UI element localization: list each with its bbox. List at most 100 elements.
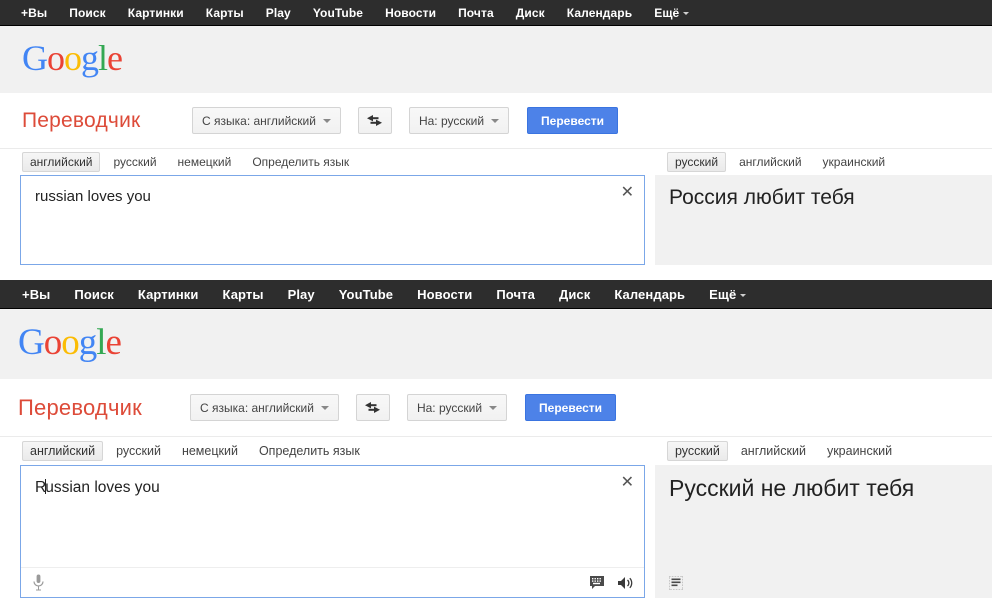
chevron-down-icon	[491, 119, 499, 123]
source-tab-german[interactable]: немецкий	[170, 152, 240, 172]
nav-item-drive[interactable]: Диск	[547, 280, 602, 309]
nav-item-images[interactable]: Картинки	[126, 280, 211, 309]
nav-item-calendar[interactable]: Календарь	[556, 0, 643, 26]
logo-band-bottom: Google	[0, 309, 992, 379]
target-language-select[interactable]: На: русский	[409, 107, 509, 134]
translation-output-box-top: Россия любит тебя	[655, 175, 992, 265]
source-text-input[interactable]: russian loves you	[21, 176, 644, 207]
page-title: Переводчик	[18, 395, 190, 421]
swap-horizontal-icon	[364, 401, 381, 414]
swap-languages-button[interactable]	[356, 394, 390, 421]
logo-letter: l	[98, 40, 107, 76]
logo-letter: e	[107, 40, 122, 76]
speaker-icon[interactable]	[618, 576, 634, 590]
target-box-footer	[655, 568, 992, 598]
swap-horizontal-icon	[366, 114, 383, 127]
target-tab-ukrainian[interactable]: украинский	[819, 441, 900, 461]
clear-text-button[interactable]: ✕	[621, 474, 634, 490]
chevron-down-icon	[323, 119, 331, 123]
nav-item-mail[interactable]: Почта	[484, 280, 547, 309]
logo-letter: o	[61, 324, 79, 361]
microphone-icon[interactable]	[33, 574, 44, 591]
logo-letter: G	[22, 40, 47, 76]
target-pane-top: русский английский украинский Россия люб…	[655, 149, 992, 265]
target-language-select[interactable]: На: русский	[407, 394, 507, 421]
nav-item-search[interactable]: Поиск	[58, 0, 117, 26]
nav-item-news[interactable]: Новости	[405, 280, 484, 309]
source-tab-detect-language[interactable]: Определить язык	[244, 152, 357, 172]
nav-item-news[interactable]: Новости	[374, 0, 447, 26]
translation-output-text: Россия любит тебя	[669, 185, 980, 211]
source-text-part: ussian loves you	[45, 479, 160, 496]
nav-item-youtube[interactable]: YouTube	[327, 280, 405, 309]
translate-toolbar-bottom: Переводчик С языка: английский На: русск…	[0, 379, 992, 437]
source-tab-english[interactable]: английский	[22, 441, 103, 461]
source-language-tabs: английский русский немецкий Определить я…	[0, 149, 655, 175]
source-text-box-top[interactable]: russian loves you ✕	[20, 175, 645, 265]
translate-panes-top: английский русский немецкий Определить я…	[0, 149, 992, 265]
google-logo[interactable]: Google	[18, 324, 121, 361]
translation-output-text: Русский не любит тебя	[669, 474, 980, 503]
swap-languages-button[interactable]	[358, 107, 392, 134]
nav-item-calendar[interactable]: Календарь	[602, 280, 697, 309]
target-tab-english[interactable]: английский	[731, 152, 809, 172]
translate-screenshot-bottom: +Вы Поиск Картинки Карты Play YouTube Но…	[0, 280, 992, 604]
source-text-input[interactable]: Russian loves you	[21, 466, 644, 497]
logo-letter: o	[44, 324, 62, 361]
source-pane-top: английский русский немецкий Определить я…	[0, 149, 655, 265]
logo-letter: l	[96, 324, 105, 361]
source-language-tabs: английский русский немецкий Определить я…	[0, 437, 655, 465]
translate-toolbar-top: Переводчик С языка: английский На: русск…	[0, 93, 992, 149]
chevron-down-icon	[683, 12, 689, 15]
nav-item-plus-you[interactable]: +Вы	[10, 0, 58, 26]
translate-panes-bottom: английский русский немецкий Определить я…	[0, 437, 992, 598]
clear-text-button[interactable]: ✕	[621, 184, 634, 200]
source-language-select[interactable]: С языка: английский	[192, 107, 341, 134]
google-nav-bar-bottom: +Вы Поиск Картинки Карты Play YouTube Но…	[0, 280, 992, 309]
nav-item-play[interactable]: Play	[276, 280, 327, 309]
nav-item-mail[interactable]: Почта	[447, 0, 505, 26]
source-pane-bottom: английский русский немецкий Определить я…	[0, 437, 655, 598]
google-nav-bar-top: +Вы Поиск Картинки Карты Play YouTube Но…	[0, 0, 992, 26]
translate-button[interactable]: Перевести	[525, 394, 616, 421]
source-tab-russian[interactable]: русский	[108, 441, 169, 461]
nav-item-images[interactable]: Картинки	[117, 0, 195, 26]
nav-item-more[interactable]: Ещё	[643, 0, 700, 26]
nav-item-drive[interactable]: Диск	[505, 0, 556, 26]
source-tab-russian[interactable]: русский	[105, 152, 164, 172]
target-pane-bottom: русский английский украинский Русский не…	[655, 437, 992, 598]
google-logo[interactable]: Google	[22, 40, 122, 76]
nav-item-maps[interactable]: Карты	[211, 280, 276, 309]
logo-letter: e	[106, 324, 121, 361]
source-language-select[interactable]: С языка: английский	[190, 394, 339, 421]
translate-button[interactable]: Перевести	[527, 107, 618, 134]
nav-item-plus-you[interactable]: +Вы	[10, 280, 62, 309]
chevron-down-icon	[321, 406, 329, 410]
nav-item-youtube[interactable]: YouTube	[302, 0, 374, 26]
text-lines-icon[interactable]	[669, 576, 683, 590]
logo-letter: G	[18, 324, 44, 361]
nav-item-search[interactable]: Поиск	[62, 280, 126, 309]
logo-letter: o	[47, 40, 64, 76]
chevron-down-icon	[489, 406, 497, 410]
keyboard-icon[interactable]	[590, 576, 604, 590]
source-tab-german[interactable]: немецкий	[174, 441, 246, 461]
target-tab-ukrainian[interactable]: украинский	[815, 152, 894, 172]
source-tab-english[interactable]: английский	[22, 152, 100, 172]
logo-letter: g	[81, 40, 98, 76]
nav-item-maps[interactable]: Карты	[195, 0, 255, 26]
nav-item-more[interactable]: Ещё	[697, 280, 758, 309]
target-tab-english[interactable]: английский	[733, 441, 814, 461]
nav-item-play[interactable]: Play	[255, 0, 302, 26]
source-text-box-bottom[interactable]: Russian loves you ✕	[20, 465, 645, 598]
chevron-down-icon	[740, 294, 746, 297]
logo-letter: o	[64, 40, 81, 76]
logo-band-top: Google	[0, 26, 992, 93]
translation-output-box-bottom: Русский не любит тебя	[655, 465, 992, 598]
source-tab-detect-language[interactable]: Определить язык	[251, 441, 368, 461]
logo-letter: g	[79, 324, 97, 361]
target-tab-russian[interactable]: русский	[667, 441, 728, 461]
target-tab-russian[interactable]: русский	[667, 152, 726, 172]
target-language-tabs: русский английский украинский	[655, 149, 992, 175]
target-language-tabs: русский английский украинский	[655, 437, 992, 465]
